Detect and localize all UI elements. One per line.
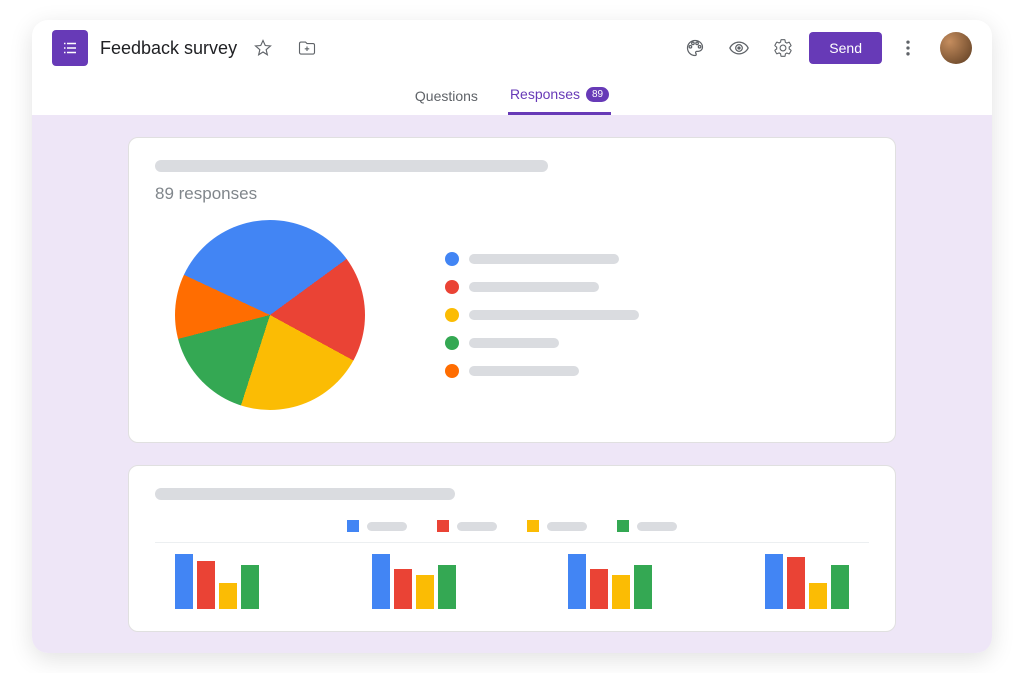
question-title-placeholder <box>155 160 548 172</box>
legend-dot-icon <box>445 364 459 378</box>
palette-icon[interactable] <box>677 30 713 66</box>
forms-app-icon[interactable] <box>52 30 88 66</box>
question-title-placeholder <box>155 488 455 500</box>
bar <box>831 565 849 609</box>
bar-chart-legend <box>155 520 869 532</box>
legend-square-icon <box>617 520 629 532</box>
bar-cluster <box>765 554 849 609</box>
summary-card-pie: 89 responses <box>128 137 896 443</box>
legend-item <box>445 252 639 266</box>
bar-legend-item <box>527 520 587 532</box>
legend-label-placeholder <box>469 366 579 376</box>
bar <box>197 561 215 609</box>
tab-questions[interactable]: Questions <box>413 76 480 115</box>
tab-bar: Questions Responses 89 <box>32 76 992 115</box>
more-vert-icon[interactable] <box>890 30 926 66</box>
move-to-folder-icon[interactable] <box>289 30 325 66</box>
responses-count-label: 89 responses <box>155 184 869 204</box>
bar <box>241 565 259 609</box>
bar-cluster <box>372 554 456 609</box>
bar-axis-line <box>155 542 869 543</box>
bar <box>634 565 652 609</box>
legend-item <box>445 364 639 378</box>
bar-cluster <box>175 554 259 609</box>
send-button[interactable]: Send <box>809 32 882 64</box>
bar-legend-item <box>617 520 677 532</box>
bar <box>416 575 434 609</box>
star-icon[interactable] <box>245 30 281 66</box>
legend-square-icon <box>527 520 539 532</box>
pie-legend <box>445 252 639 378</box>
legend-label-placeholder <box>469 282 599 292</box>
bar <box>394 569 412 609</box>
pie-chart <box>175 220 365 410</box>
legend-item <box>445 308 639 322</box>
legend-label-placeholder <box>637 522 677 531</box>
tab-responses[interactable]: Responses 89 <box>508 76 611 115</box>
bar-cluster <box>568 554 652 609</box>
bar-legend-item <box>347 520 407 532</box>
legend-label-placeholder <box>457 522 497 531</box>
header-bar: Feedback survey Send <box>32 20 992 76</box>
bar <box>787 557 805 609</box>
legend-item <box>445 280 639 294</box>
tab-responses-label: Responses <box>510 86 580 102</box>
legend-label-placeholder <box>469 310 639 320</box>
legend-dot-icon <box>445 280 459 294</box>
legend-label-placeholder <box>469 338 559 348</box>
legend-item <box>445 336 639 350</box>
bar <box>372 554 390 609</box>
bar-chart <box>155 549 869 609</box>
legend-label-placeholder <box>367 522 407 531</box>
bar <box>809 583 827 609</box>
summary-card-bar <box>128 465 896 632</box>
responses-canvas: 89 responses <box>32 115 992 653</box>
legend-square-icon <box>437 520 449 532</box>
legend-dot-icon <box>445 336 459 350</box>
legend-label-placeholder <box>547 522 587 531</box>
app-window: Feedback survey Send Questions Responses… <box>32 20 992 653</box>
bar <box>765 554 783 609</box>
account-avatar[interactable] <box>940 32 972 64</box>
bar <box>438 565 456 609</box>
legend-label-placeholder <box>469 254 619 264</box>
legend-square-icon <box>347 520 359 532</box>
bar <box>175 554 193 609</box>
bar <box>612 575 630 609</box>
bar-legend-item <box>437 520 497 532</box>
bar <box>590 569 608 609</box>
bar <box>568 554 586 609</box>
document-title[interactable]: Feedback survey <box>100 38 237 59</box>
preview-eye-icon[interactable] <box>721 30 757 66</box>
settings-gear-icon[interactable] <box>765 30 801 66</box>
legend-dot-icon <box>445 308 459 322</box>
responses-count-badge: 89 <box>586 87 609 102</box>
legend-dot-icon <box>445 252 459 266</box>
bar <box>219 583 237 609</box>
